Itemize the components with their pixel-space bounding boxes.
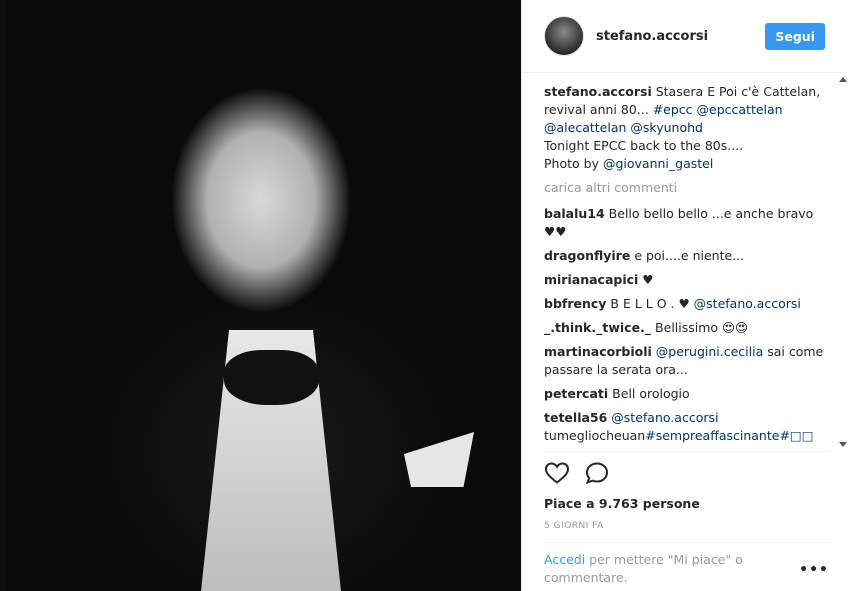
list-item: martinacorbioli @perugini.cecilia sai co… <box>544 343 829 379</box>
scroll-down-arrow[interactable] <box>839 442 847 447</box>
comment-username[interactable]: tetella56 <box>544 410 607 425</box>
comment-text: tumegliocheuan <box>544 428 646 443</box>
caption: stefano.accorsi Stasera E Poi c'è Cattel… <box>544 83 829 173</box>
mention-link[interactable]: @giovanni_gastel <box>603 156 713 171</box>
hashtag-link[interactable]: #epcc <box>653 102 693 117</box>
likes-count[interactable]: Piace a 9.763 persone <box>544 496 700 511</box>
login-prompt: Accedi per mettere "Mi piace" o commenta… <box>544 551 774 587</box>
divider <box>544 451 831 452</box>
follow-button[interactable]: Segui <box>765 22 825 50</box>
mention-link[interactable]: @stefano.accorsi <box>611 410 718 425</box>
hashtag-link[interactable]: #sempreaffascinante#□□ <box>645 428 813 443</box>
login-link[interactable]: Accedi <box>544 552 585 567</box>
header-username[interactable]: stefano.accorsi <box>596 29 765 44</box>
list-item: petercati Bell orologio <box>544 385 829 403</box>
mention-link[interactable]: @perugini.cecilia <box>656 344 763 359</box>
caption-text: Tonight EPCC back to the 80s.... <box>544 138 744 153</box>
list-item: bbfrency B E L L O . ♥ @stefano.accorsi <box>544 295 829 313</box>
list-item: mirianacapici ♥ <box>544 271 829 289</box>
comment-username[interactable]: _.think._twice._ <box>544 320 651 335</box>
post-photo-pane <box>0 0 521 591</box>
comments-list[interactable]: stefano.accorsi Stasera E Poi c'è Cattel… <box>544 83 829 449</box>
more-options-button[interactable]: ••• <box>799 562 829 578</box>
action-bar <box>544 461 610 485</box>
caption-text: Photo by <box>544 156 599 171</box>
comment-text: B E L L O . ♥ <box>610 296 690 311</box>
comment-username[interactable]: mirianacapici <box>544 272 638 287</box>
caption-username[interactable]: stefano.accorsi <box>544 84 652 99</box>
photo-pocket-square <box>404 432 474 487</box>
post-timestamp: 5 GIORNI FA <box>544 521 604 531</box>
avatar[interactable] <box>544 16 584 56</box>
post-sidebar: stefano.accorsi Segui stefano.accorsi St… <box>521 0 851 591</box>
post-header: stefano.accorsi Segui <box>522 0 841 73</box>
mention-link[interactable]: @alecattelan <box>544 120 626 135</box>
comment-username[interactable]: martinacorbioli <box>544 344 652 359</box>
comment-text: Bellissimo 😍😍 <box>655 320 749 335</box>
list-item: dragonflyire e poi....e niente... <box>544 247 829 265</box>
comment-username[interactable]: bbfrency <box>544 296 606 311</box>
comments-scrollbar[interactable] <box>838 74 848 450</box>
comment-username[interactable]: petercati <box>544 386 608 401</box>
list-item: _.think._twice._ Bellissimo 😍😍 <box>544 319 829 337</box>
scroll-up-arrow[interactable] <box>839 77 847 82</box>
mention-link[interactable]: @stefano.accorsi <box>694 296 801 311</box>
load-more-comments[interactable]: carica altri commenti <box>544 179 829 197</box>
list-item: tetella56 @stefano.accorsi tumegliocheua… <box>544 409 829 445</box>
list-item: balalu14 Bello bello bello ...e anche br… <box>544 205 829 241</box>
comment-text: ♥ <box>642 272 654 287</box>
comment-username[interactable]: balalu14 <box>544 206 605 221</box>
comment-text: e poi....e niente... <box>634 248 745 263</box>
heart-icon[interactable] <box>544 461 570 485</box>
post-photo[interactable] <box>6 0 521 591</box>
comment-username[interactable]: dragonflyire <box>544 248 630 263</box>
mention-link[interactable]: @epccattelan <box>697 102 783 117</box>
comment-text: Bell orologio <box>612 386 690 401</box>
divider <box>544 542 831 543</box>
comment-icon[interactable] <box>584 461 610 485</box>
mention-link[interactable]: @skyunohd <box>630 120 703 135</box>
photo-bow-tie <box>224 350 319 405</box>
